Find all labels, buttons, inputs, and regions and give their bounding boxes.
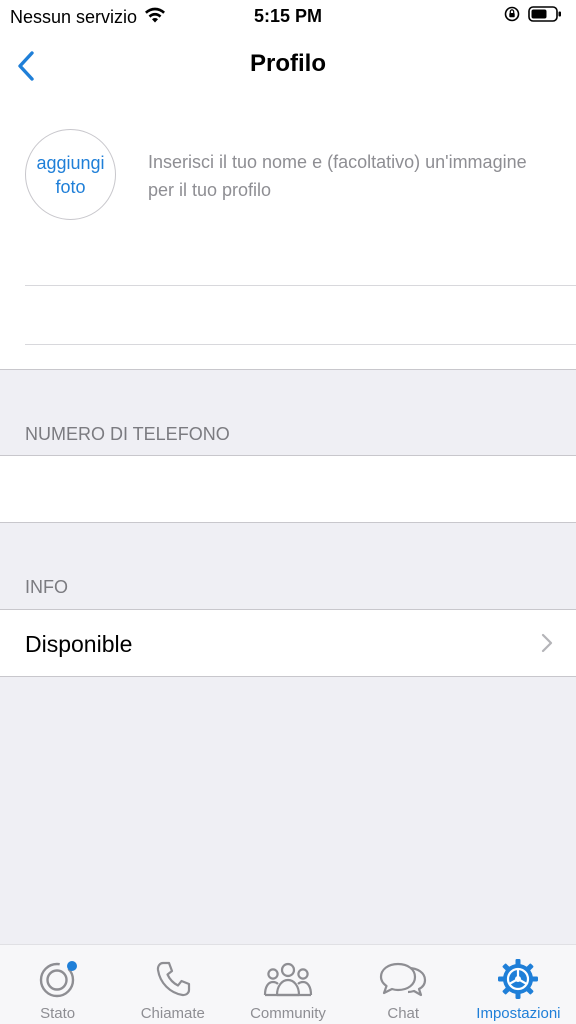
add-photo-button[interactable]: aggiungi foto xyxy=(25,129,116,220)
name-input[interactable] xyxy=(25,286,576,344)
info-value: Disponible xyxy=(25,631,133,657)
tab-community[interactable]: Community xyxy=(230,945,345,1024)
orientation-lock-icon xyxy=(504,6,520,27)
status-bar: Nessun servizio 5:15 PM xyxy=(0,0,576,32)
tab-label: Community xyxy=(250,1005,326,1022)
name-field[interactable] xyxy=(25,285,576,345)
status-right xyxy=(504,6,562,27)
tab-label: Chat xyxy=(387,1005,420,1022)
chat-icon xyxy=(378,959,428,999)
community-icon xyxy=(262,959,314,999)
page-title: Profilo xyxy=(250,50,326,77)
phone-number-cell xyxy=(0,455,576,523)
settings-icon xyxy=(497,959,539,999)
tab-bar: Stato Chiamate Community Chat Impostazio… xyxy=(0,944,576,1024)
tab-label: Chiamate xyxy=(140,1005,205,1022)
info-section-header: INFO xyxy=(25,577,68,597)
tab-status[interactable]: Stato xyxy=(0,945,115,1024)
status-icon xyxy=(37,959,79,999)
tab-chat[interactable]: Chat xyxy=(346,945,461,1024)
tab-settings[interactable]: Impostazioni xyxy=(461,945,576,1024)
tab-label: Impostazioni xyxy=(476,1005,561,1022)
chevron-right-icon xyxy=(541,633,553,653)
phone-section-header: NUMERO DI TELEFONO xyxy=(25,424,230,444)
navigation-bar: Profilo xyxy=(0,32,576,98)
tab-label: Stato xyxy=(40,1005,76,1022)
add-photo-label: aggiungi foto xyxy=(36,152,105,197)
clock: 5:15 PM xyxy=(253,6,323,26)
profile-hint: Inserisci il tuo nome e (facoltativo) un… xyxy=(148,152,527,200)
battery-icon xyxy=(528,6,562,27)
info-cell[interactable]: Disponible xyxy=(0,609,576,677)
phone-icon xyxy=(153,959,193,999)
tab-calls[interactable]: Chiamate xyxy=(115,945,230,1024)
profile-section: aggiungi foto Inserisci il tuo nome e (f… xyxy=(0,98,576,370)
